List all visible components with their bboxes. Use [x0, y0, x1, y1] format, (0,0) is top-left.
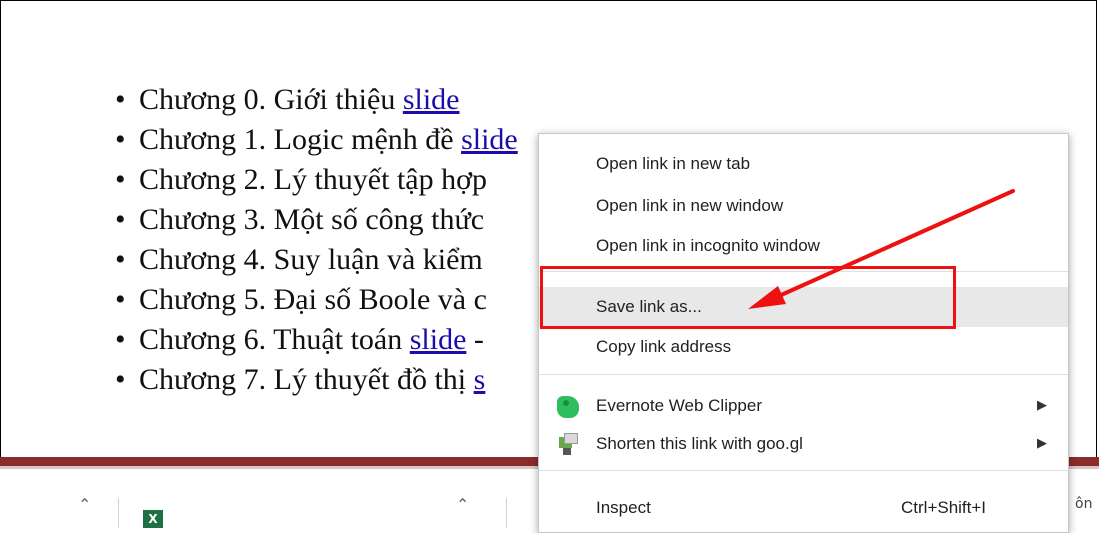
menu-item-open-new-tab[interactable]: Open link in new tab [539, 144, 1068, 184]
slide-link[interactable]: slide [461, 123, 518, 156]
chapter-title: Chương 4. Suy luận và kiểm [139, 243, 483, 276]
menu-item-label: Open link in new window [596, 196, 784, 215]
menu-item-label: Shorten this link with goo.gl [596, 434, 803, 453]
chapter-title: Chương 5. Đại số Boole và c [139, 283, 487, 316]
bullet: • [115, 83, 126, 116]
downloads-separator [118, 498, 119, 528]
taskbar-right-text: ôn [1075, 496, 1093, 512]
evernote-icon [557, 396, 579, 418]
chapter-item-7: • Chương 7. Lý thuyết đồ thị s [115, 360, 518, 400]
goo-gl-icon [559, 433, 578, 455]
menu-item-inspect[interactable]: Inspect Ctrl+Shift+I [539, 488, 1068, 528]
chapter-item-2: • Chương 2. Lý thuyết tập hợp [115, 160, 518, 200]
submenu-arrow-icon: ▶ [1037, 435, 1047, 450]
menu-item-label: Evernote Web Clipper [596, 396, 762, 415]
annotation-highlight-box [540, 266, 956, 329]
bullet: • [115, 203, 126, 236]
chapter-item-6: • Chương 6. Thuật toán slide - [115, 320, 518, 360]
chapter-item-5: • Chương 5. Đại số Boole và c [115, 280, 518, 320]
chapter-list: • Chương 0. Giới thiệu slide • Chương 1. L… [115, 80, 518, 400]
bullet: • [115, 283, 126, 316]
chapter-title: Chương 0. Giới thiệu [139, 83, 403, 116]
chapter-item-4: • Chương 4. Suy luận và kiểm [115, 240, 518, 280]
slide-link[interactable]: slide [410, 323, 467, 356]
bullet: • [115, 163, 126, 196]
menu-item-label: Open link in new tab [596, 154, 751, 173]
chapter-item-1: • Chương 1. Logic mệnh đề slide [115, 120, 518, 160]
menu-item-label: Inspect [596, 498, 651, 517]
slide-link[interactable]: slide [403, 83, 460, 116]
chapter-item-0: • Chương 0. Giới thiệu slide [115, 80, 518, 120]
downloads-separator [506, 498, 507, 528]
menu-item-open-new-window[interactable]: Open link in new window [539, 186, 1068, 226]
excel-file-icon: X [143, 510, 163, 528]
bullet: • [115, 243, 126, 276]
bullet: • [115, 363, 126, 396]
menu-item-copy-link-address[interactable]: Copy link address [539, 327, 1068, 367]
menu-separator [539, 374, 1068, 375]
menu-item-shorten-goo-gl[interactable]: Shorten this link with goo.gl ▶ [539, 424, 1068, 464]
submenu-arrow-icon: ▶ [1037, 397, 1047, 412]
chapter-title: Chương 6. Thuật toán [139, 323, 410, 356]
chapter-title: Chương 7. Lý thuyết đồ thị [139, 363, 474, 396]
menu-item-open-incognito[interactable]: Open link in incognito window [539, 226, 1068, 266]
bullet: • [115, 323, 126, 356]
chapter-title: Chương 2. Lý thuyết tập hợp [139, 163, 487, 196]
chapter-item-3: • Chương 3. Một số công thức [115, 200, 518, 240]
menu-item-shortcut: Ctrl+Shift+I [901, 498, 987, 517]
menu-separator [539, 470, 1068, 471]
chevron-up-icon[interactable]: ⌃ [78, 495, 91, 514]
menu-item-evernote[interactable]: Evernote Web Clipper ▶ [539, 386, 1068, 426]
chapter-title: Chương 1. Logic mệnh đề [139, 123, 462, 156]
bullet: • [115, 123, 126, 156]
context-menu: Open link in new tab Open link in new wi… [538, 133, 1069, 533]
chapter-tail: - [466, 323, 484, 356]
chapter-title: Chương 3. Một số công thức [139, 203, 485, 236]
menu-item-label: Open link in incognito window [596, 236, 820, 255]
slide-link[interactable]: s [474, 363, 486, 396]
chevron-up-icon[interactable]: ⌃ [456, 495, 469, 514]
menu-item-label: Copy link address [596, 337, 732, 356]
